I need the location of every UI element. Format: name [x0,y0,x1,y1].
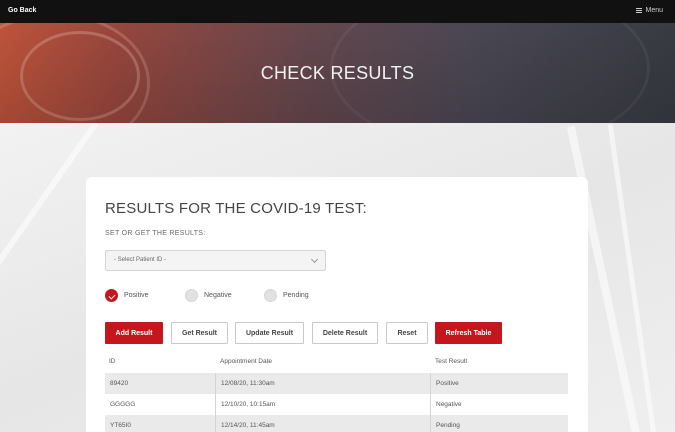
table-row[interactable]: GGGGG 12/10/20, 10:15am Negative [105,394,568,415]
table-row[interactable]: 89420 12/08/20, 11:30am Positive [105,373,568,394]
radio-checked-icon [105,289,118,302]
background-decoration [607,124,658,432]
get-result-button[interactable]: Get Result [171,322,228,344]
column-header-date: Appointment Date [220,358,273,365]
menu-label: Menu [645,7,663,14]
cell-date: 12/08/20, 11:30am [215,373,430,394]
cell-result: Negative [430,394,568,415]
delete-result-button[interactable]: Delete Result [312,322,378,344]
results-card: RESULTS FOR THE COVID-19 TEST: SET OR GE… [86,177,588,432]
refresh-table-button[interactable]: Refresh Table [435,322,502,344]
card-title: RESULTS FOR THE COVID-19 TEST: [105,200,367,217]
column-header-result: Test Result [435,358,468,365]
patient-id-select[interactable]: - Select Patient ID - [105,250,326,271]
cell-id: GGGGG [110,401,136,408]
top-bar: Go Back Menu [0,0,675,23]
cell-result: Pending [430,415,568,432]
radio-unchecked-icon [264,289,277,302]
select-value: - Select Patient ID - [114,257,167,263]
cell-result: Positive [430,373,568,394]
radio-unchecked-icon [185,289,198,302]
table-row[interactable]: YT65I0 12/14/20, 11:45am Pending [105,415,568,432]
hero-banner: CHECK RESULTS [0,23,675,123]
radio-pending[interactable]: Pending [264,289,309,302]
radio-negative[interactable]: Negative [185,289,232,302]
hamburger-icon [636,7,643,14]
card-subtitle: SET OR GET THE RESULTS: [105,230,206,237]
radio-label: Pending [283,292,309,299]
add-result-button[interactable]: Add Result [105,322,163,344]
column-header-id: ID [109,358,116,365]
chevron-down-icon [310,255,319,264]
reset-button[interactable]: Reset [386,322,428,344]
cell-date: 12/14/20, 11:45am [215,415,430,432]
menu-button[interactable]: Menu [636,7,663,14]
page-title: CHECK RESULTS [260,63,415,83]
go-back-link[interactable]: Go Back [8,7,36,14]
background-decoration [0,123,99,305]
cell-id: YT65I0 [110,422,131,429]
cell-date: 12/10/20, 10:15am [215,394,430,415]
cell-id: 89420 [110,380,129,387]
radio-label: Positive [124,292,149,299]
radio-label: Negative [204,292,232,299]
update-result-button[interactable]: Update Result [235,322,304,344]
radio-positive[interactable]: Positive [105,289,149,302]
